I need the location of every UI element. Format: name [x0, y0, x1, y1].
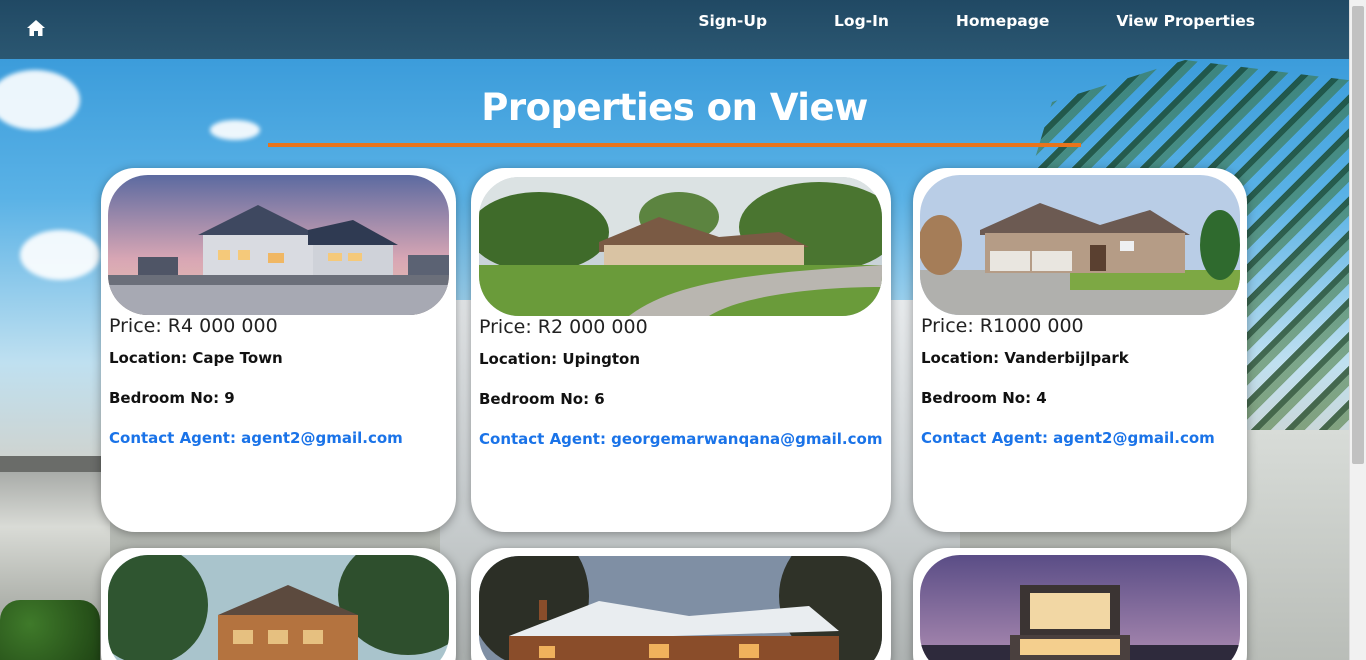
top-navbar: Sign-Up Log-In Homepage View Properties: [0, 0, 1349, 59]
log-cabin-snow-photo: [479, 556, 882, 660]
property-card: Price: R2 000 000 Location: Upington Bed…: [471, 168, 891, 532]
property-bedrooms: Bedroom No: 4: [921, 389, 1047, 407]
property-bedrooms: Bedroom No: 6: [479, 390, 605, 408]
nav-log-in[interactable]: Log-In: [834, 12, 889, 30]
property-card: [101, 548, 456, 660]
property-card: [471, 548, 891, 660]
property-location: Location: Vanderbijlpark: [921, 349, 1129, 367]
property-card: Price: R4 000 000 Location: Cape Town Be…: [101, 168, 456, 532]
property-photo-3: [920, 175, 1240, 315]
modern-house-dusk-photo: [920, 555, 1240, 660]
property-card: Price: R1000 000 Location: Vanderbijlpar…: [913, 168, 1247, 532]
contact-agent-link[interactable]: Contact Agent: agent2@gmail.com: [109, 429, 403, 447]
property-photo-1: [108, 175, 449, 315]
home-icon[interactable]: [26, 19, 46, 37]
property-location: Location: Upington: [479, 350, 641, 368]
property-price: Price: R2 000 000: [479, 316, 648, 338]
contact-agent-link[interactable]: Contact Agent: georgemarwanqana@gmail.co…: [479, 430, 882, 448]
property-location: Location: Cape Town: [109, 349, 283, 367]
nav-view-properties[interactable]: View Properties: [1116, 12, 1255, 30]
property-price: Price: R1000 000: [921, 315, 1084, 337]
nav-homepage[interactable]: Homepage: [956, 12, 1049, 30]
property-price: Price: R4 000 000: [109, 315, 278, 337]
property-card: [913, 548, 1247, 660]
scrollbar-thumb[interactable]: [1352, 6, 1364, 464]
page-title: Properties on View: [481, 86, 868, 129]
forest-lodge-photo: [108, 555, 449, 660]
nav-sign-up[interactable]: Sign-Up: [698, 12, 767, 30]
property-photo-2: [479, 177, 882, 316]
title-underline: [268, 143, 1081, 147]
property-bedrooms: Bedroom No: 9: [109, 389, 235, 407]
page-scrollbar[interactable]: [1349, 0, 1366, 660]
contact-agent-link[interactable]: Contact Agent: agent2@gmail.com: [921, 429, 1215, 447]
